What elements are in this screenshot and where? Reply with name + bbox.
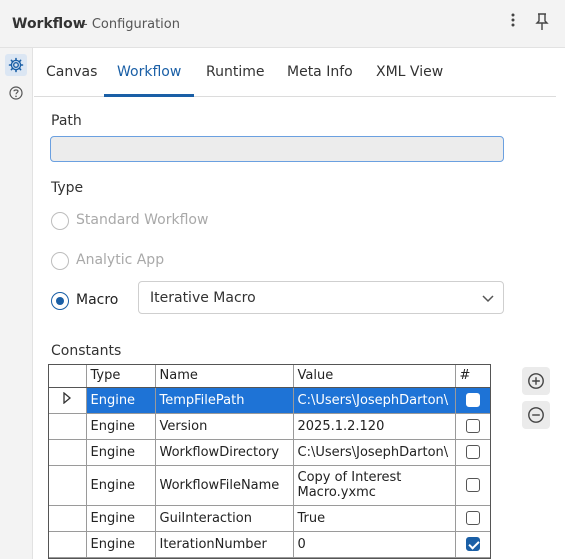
cell-hash [455,465,490,506]
row-checkbox[interactable] [466,419,480,433]
active-tab-indicator [104,94,194,97]
path-input[interactable] [50,136,504,162]
tab-runtime[interactable]: Runtime [206,64,264,80]
cell-hash [455,505,490,532]
tab-canvas[interactable]: Canvas [46,64,97,80]
cell-type[interactable]: Engine [86,387,156,414]
cell-type[interactable]: Engine [86,531,156,558]
table-row[interactable]: Engine WorkflowFileName Copy of Interest… [49,465,490,506]
table-row[interactable]: Engine Version 2025.1.2.120 [49,413,490,440]
row-checkbox[interactable] [466,445,480,459]
analytic-app-label: Analytic App [76,252,165,268]
table-row[interactable]: Engine TempFilePath C:\Users\JosephDarto… [49,387,490,414]
row-checkbox[interactable] [466,511,480,525]
row-selector[interactable] [49,505,87,532]
current-row-icon [63,391,72,405]
cell-value[interactable]: C:\Users\JosephDarton\ [293,439,456,466]
cell-type[interactable]: Engine [86,413,156,440]
standard-workflow-label: Standard Workflow [76,212,209,228]
cell-hash [455,531,490,558]
window-subtitle: - Configuration [83,17,180,32]
cell-value[interactable]: Copy of Interest Macro.yxmc [293,465,456,506]
analytic-app-radio[interactable] [51,252,69,270]
path-label: Path [51,113,82,129]
row-checkbox[interactable] [466,537,480,551]
cell-type[interactable]: Engine [86,439,156,466]
table-row[interactable]: Engine WorkflowDirectory C:\Users\Joseph… [49,439,490,466]
cell-value[interactable]: 0 [293,531,456,558]
row-selector[interactable] [49,531,87,558]
more-vertical-icon[interactable] [506,12,520,34]
grid-header-rowsel [49,365,87,388]
cell-name[interactable]: Version [155,413,294,440]
grid-header-row: Type Name Value # [49,365,490,388]
cell-hash [455,413,490,440]
macro-type-value: Iterative Macro [150,290,256,306]
table-row[interactable]: Engine GuiInteraction True [49,505,490,532]
cell-value[interactable]: True [293,505,456,532]
grid-header-value[interactable]: Value [293,365,456,388]
constants-grid: Type Name Value # Engine TempFilePath C:… [48,364,491,559]
cell-hash [455,439,490,466]
row-selector[interactable] [49,413,87,440]
cell-value[interactable]: C:\Users\JosephDarton\ [293,387,456,414]
row-checkbox[interactable] [466,478,480,492]
cell-name[interactable]: IterationNumber [155,531,294,558]
tab-xml-view[interactable]: XML View [376,64,443,80]
macro-type-select[interactable]: Iterative Macro [138,281,504,314]
row-selector[interactable] [49,465,87,506]
cell-hash [455,387,490,414]
help-icon[interactable] [5,82,27,104]
row-selector[interactable] [49,439,87,466]
table-row[interactable]: Engine IterationNumber 0 [49,531,490,558]
chevron-down-icon [481,292,495,304]
cell-type[interactable]: Engine [86,465,156,506]
row-selector[interactable] [49,387,87,414]
cell-type[interactable]: Engine [86,505,156,532]
tab-bar: Canvas Workflow Runtime Meta Info XML Vi… [34,49,556,97]
row-checkbox[interactable] [466,393,480,407]
tab-workflow[interactable]: Workflow [117,64,181,80]
constants-label: Constants [51,343,122,359]
type-label: Type [51,180,84,196]
macro-radio[interactable] [51,292,69,310]
left-rail [0,48,33,559]
tab-meta-info[interactable]: Meta Info [287,64,353,80]
window-title: Workflow [12,16,86,32]
cell-name[interactable]: WorkflowFileName [155,465,294,506]
plus-circle-icon[interactable] [522,367,550,395]
title-bar: Workflow - Configuration [0,0,565,48]
grid-header-type[interactable]: Type [86,365,156,388]
grid-header-hash[interactable]: # [455,365,490,388]
cell-name[interactable]: WorkflowDirectory [155,439,294,466]
minus-circle-icon[interactable] [522,401,550,429]
cell-value[interactable]: 2025.1.2.120 [293,413,456,440]
standard-workflow-radio[interactable] [51,212,69,230]
pin-icon[interactable] [534,13,554,35]
grid-header-name[interactable]: Name [155,365,294,388]
cell-name[interactable]: GuiInteraction [155,505,294,532]
cell-name[interactable]: TempFilePath [155,387,294,414]
macro-label: Macro [76,292,119,308]
gear-icon[interactable] [5,54,27,76]
